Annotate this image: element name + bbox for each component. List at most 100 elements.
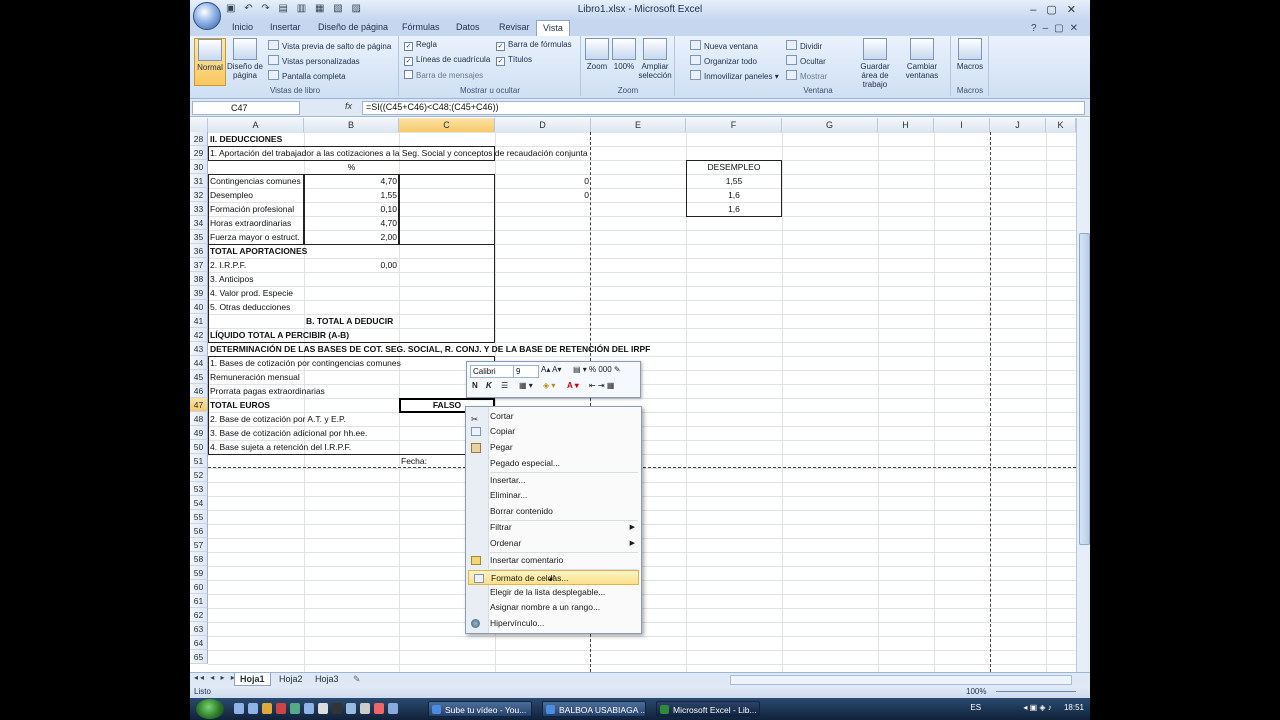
quick-launch-icon[interactable] [248, 703, 258, 714]
switch-windows-button[interactable]: Cambiar ventanas [900, 38, 944, 80]
cell-b37[interactable]: 0,00 [304, 258, 399, 272]
taskbar-item-balboa[interactable]: BALBOA USABIAGA ... [542, 701, 646, 717]
menu-item-asignar-nombre[interactable]: Asignar nombre a un rango... [466, 600, 641, 615]
hide-button[interactable]: Ocultar [786, 55, 826, 66]
quick-launch-icon[interactable] [374, 703, 384, 714]
sheet-tab-hoja1[interactable]: Hoja1 [234, 673, 271, 686]
row-header-65[interactable]: 65 [190, 650, 208, 664]
column-header-h[interactable]: H [878, 118, 934, 132]
cell-a31[interactable]: Contingencias comunes [208, 174, 304, 188]
cell-a33[interactable]: Formación profesional [208, 202, 304, 216]
sheet-tab-hoja3[interactable]: Hoja3 [310, 673, 344, 685]
tab-diseno-pagina[interactable]: Diseño de página [318, 22, 388, 32]
normal-view-button[interactable]: Normal [194, 38, 226, 86]
column-header-d[interactable]: D [495, 118, 591, 132]
row-header-34[interactable]: 34 [190, 216, 208, 230]
align-center-icon[interactable]: ☰ [501, 381, 508, 390]
column-header-b[interactable]: B [304, 118, 399, 132]
row-header-56[interactable]: 56 [190, 524, 208, 538]
scroll-thumb[interactable] [1079, 233, 1090, 545]
formula-input[interactable]: =SI((C45+C46)<C48;(C45+C46)) [362, 101, 1085, 115]
menu-item-insertar-comentario[interactable]: Insertar comentario [466, 553, 641, 568]
vertical-scrollbar[interactable] [1076, 118, 1090, 672]
row-header-48[interactable]: 48 [190, 412, 208, 426]
gridlines-checkbox[interactable]: ✓ Líneas de cuadrícula [404, 55, 490, 66]
quick-launch-icon[interactable] [304, 703, 314, 714]
select-all-corner[interactable] [190, 118, 208, 132]
cell-a47[interactable]: TOTAL EUROS [208, 398, 304, 412]
row-header-43[interactable]: 43 [190, 342, 208, 356]
row-header-28[interactable]: 28 [190, 132, 208, 146]
row-header-47[interactable]: 47 [190, 398, 208, 412]
formula-bar-checkbox[interactable]: ✓ Barra de fórmulas [496, 40, 572, 51]
row-header-51[interactable]: 51 [190, 454, 208, 468]
quick-launch-icon[interactable] [234, 703, 244, 714]
row-header-54[interactable]: 54 [190, 496, 208, 510]
menu-item-eliminar[interactable]: Eliminar... [466, 488, 641, 503]
row-header-35[interactable]: 35 [190, 230, 208, 244]
new-window-button[interactable]: Nueva ventana [690, 40, 758, 51]
message-bar-checkbox[interactable]: Barra de mensajes [404, 70, 483, 80]
cell-f30[interactable]: DESEMPLEO [686, 160, 782, 174]
row-header-53[interactable]: 53 [190, 482, 208, 496]
cell-a32[interactable]: Desempleo [208, 188, 304, 202]
row-header-36[interactable]: 36 [190, 244, 208, 258]
increase-font-icon[interactable]: A▴ A▾ [541, 365, 561, 374]
ruler-checkbox[interactable]: ✓ Regla [404, 40, 437, 51]
decimal-icons[interactable]: ⇤ ⇥ ▦ [589, 381, 614, 390]
cell-a29[interactable]: 1. Aportación del trabajador a las cotiz… [208, 146, 588, 160]
column-header-g[interactable]: G [782, 118, 878, 132]
headings-checkbox[interactable]: ✓ Títulos [496, 55, 532, 66]
macros-button[interactable]: Macros [955, 38, 985, 71]
zoom-100-button[interactable]: 100% [612, 38, 636, 71]
quick-launch-icon[interactable] [360, 703, 370, 714]
sheet-tab-hoja2[interactable]: Hoja2 [274, 673, 308, 685]
taskbar-item-excel[interactable]: Microsoft Excel - Lib... [656, 701, 760, 717]
row-header-30[interactable]: 30 [190, 160, 208, 174]
cell-a48[interactable]: 2. Base de cotización por A.T. y E.P. [208, 412, 346, 426]
column-header-a[interactable]: A [208, 118, 304, 132]
custom-views-button[interactable]: Vistas personalizadas [268, 55, 360, 66]
row-header-40[interactable]: 40 [190, 300, 208, 314]
row-header-62[interactable]: 62 [190, 608, 208, 622]
zoom-selection-button[interactable]: Ampliar selección [638, 38, 672, 80]
horizontal-scrollbar[interactable] [730, 675, 1072, 685]
row-header-41[interactable]: 41 [190, 314, 208, 328]
cell-a46[interactable]: Prorrata pagas extraordinarias [208, 384, 325, 398]
office-button[interactable] [193, 2, 221, 30]
cell-a35[interactable]: Fuerza mayor o estruct. [208, 230, 304, 244]
quick-launch-icon[interactable] [262, 703, 272, 714]
borders-icon[interactable]: ▦ ▾ [519, 381, 533, 390]
column-header-f[interactable]: F [686, 118, 782, 132]
cell-f32[interactable]: 1,6 [686, 188, 782, 202]
row-header-32[interactable]: 32 [190, 188, 208, 202]
name-box[interactable]: C47 [192, 101, 300, 115]
quick-launch-icon[interactable] [332, 703, 342, 714]
cell-b35[interactable]: 2,00 [304, 230, 399, 244]
row-header-57[interactable]: 57 [190, 538, 208, 552]
row-header-39[interactable]: 39 [190, 286, 208, 300]
row-header-29[interactable]: 29 [190, 146, 208, 160]
cell-a39[interactable]: 4. Valor prod. Especie [208, 286, 304, 300]
quick-launch-icon[interactable] [388, 703, 398, 714]
ribbon-window-controls[interactable]: ?–▢✕ [1031, 23, 1084, 34]
column-header-e[interactable]: E [591, 118, 686, 132]
insert-sheet-icon[interactable]: ✎ [348, 673, 366, 685]
window-controls[interactable]: –▢✕ [1030, 3, 1086, 16]
menu-item-insertar[interactable]: Insertar... [466, 473, 641, 488]
start-button[interactable] [196, 699, 224, 719]
cell-a37[interactable]: 2. I.R.P.F. [208, 258, 304, 272]
row-header-50[interactable]: 50 [190, 440, 208, 454]
cell-a40[interactable]: 5. Otras deducciones [208, 300, 304, 314]
fill-color-icon[interactable]: ◈ ▾ [543, 381, 555, 390]
unhide-button[interactable]: Mostrar [786, 70, 827, 81]
cell-a42[interactable]: LÍQUIDO TOTAL A PERCIBIR (A-B) [208, 328, 349, 342]
column-header-i[interactable]: I [934, 118, 990, 132]
bold-button[interactable]: N [472, 381, 478, 390]
tray-icons[interactable]: ◂ ▣ ◈ ♪ [1023, 703, 1051, 712]
zoom-level[interactable]: 100% [966, 687, 986, 696]
format-icons[interactable]: ▤ ▾ % 000 ✎ [573, 365, 621, 374]
row-header-42[interactable]: 42 [190, 328, 208, 342]
quick-launch-icon[interactable] [276, 703, 286, 714]
menu-item-filtrar[interactable]: Filtrar ▶ [466, 520, 641, 535]
